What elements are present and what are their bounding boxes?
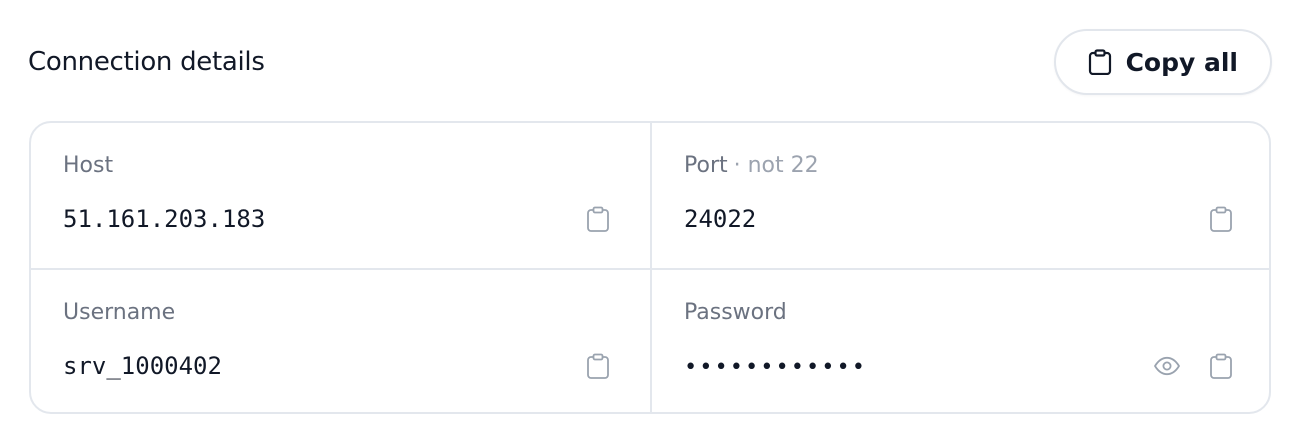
clipboard-icon: [587, 353, 609, 379]
username-value: srv_1000402: [63, 352, 222, 380]
host-actions: [582, 203, 614, 235]
copy-password-button[interactable]: [1205, 350, 1237, 382]
copy-host-button[interactable]: [582, 203, 614, 235]
port-hint: · not 22: [733, 153, 819, 178]
eye-icon: [1154, 356, 1180, 376]
clipboard-icon: [1210, 206, 1232, 232]
connection-details-card: Host 51.161.203.183 Port · not 22 24022: [29, 121, 1271, 414]
password-field: Password ••••••••••••: [652, 270, 1269, 412]
password-actions: [1151, 350, 1237, 382]
host-label-text: Host: [63, 153, 114, 178]
port-label: Port · not 22: [684, 151, 1241, 181]
page-title: Connection details: [28, 47, 265, 77]
port-label-text: Port: [684, 153, 728, 178]
reveal-password-button[interactable]: [1151, 350, 1183, 382]
username-field: Username srv_1000402: [31, 270, 652, 412]
username-label-text: Username: [63, 300, 176, 325]
username-actions: [582, 350, 614, 382]
clipboard-icon: [1088, 49, 1112, 75]
connection-header: Connection details Copy all: [28, 28, 1272, 96]
host-value: 51.161.203.183: [63, 205, 266, 233]
port-field: Port · not 22 24022: [652, 123, 1269, 270]
clipboard-icon: [1210, 353, 1232, 379]
copy-all-label: Copy all: [1125, 47, 1238, 77]
password-label-text: Password: [684, 300, 787, 325]
host-label: Host: [63, 151, 618, 181]
clipboard-icon: [587, 206, 609, 232]
host-field: Host 51.161.203.183: [31, 123, 652, 270]
password-value: ••••••••••••: [684, 355, 867, 380]
port-actions: [1205, 203, 1237, 235]
username-label: Username: [63, 298, 618, 328]
password-label: Password: [684, 298, 1241, 328]
port-value: 24022: [684, 205, 757, 233]
copy-username-button[interactable]: [582, 350, 614, 382]
copy-all-button[interactable]: Copy all: [1053, 29, 1272, 95]
copy-port-button[interactable]: [1205, 203, 1237, 235]
